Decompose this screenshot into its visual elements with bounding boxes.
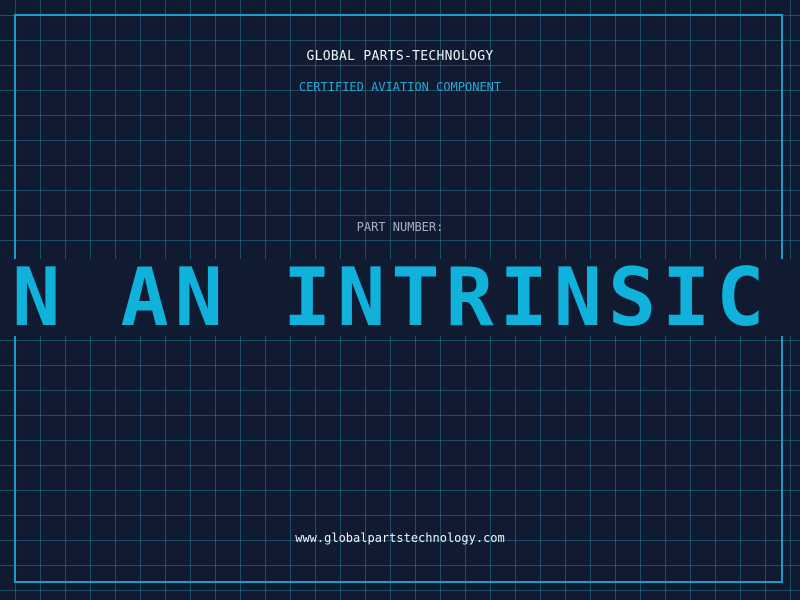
tag-canvas: GLOBAL PARTS-TECHNOLOGY CERTIFIED AVIATI… bbox=[0, 0, 800, 600]
certification-subtitle: CERTIFIED AVIATION COMPONENT bbox=[298, 80, 502, 94]
part-number-value: IN AN INTRINSIC SEMI bbox=[0, 259, 800, 336]
part-number-label: PART NUMBER: bbox=[356, 220, 444, 234]
website-url[interactable]: www.globalpartstechnology.com bbox=[0, 531, 800, 545]
part-number-band: IN AN INTRINSIC SEMI bbox=[0, 259, 800, 336]
company-name: GLOBAL PARTS-TECHNOLOGY bbox=[306, 49, 494, 64]
